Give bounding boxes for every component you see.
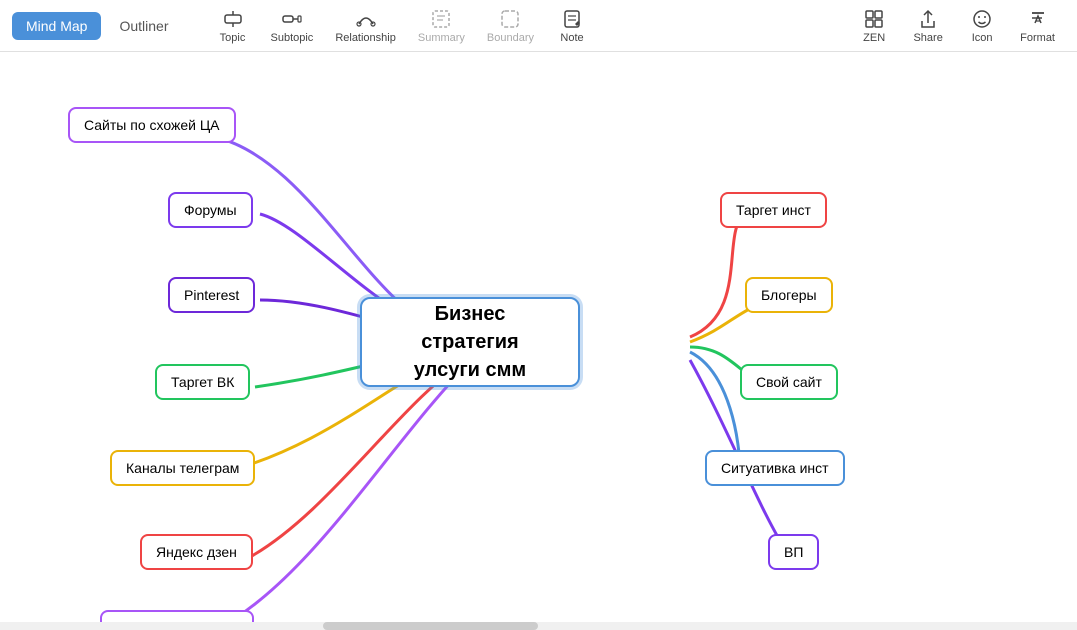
node-yandex-dzen[interactable]: Яндекс дзен	[140, 534, 253, 570]
scrollbar-track	[0, 622, 1077, 630]
tool-group-main: Topic Subtopic Relationship	[207, 4, 599, 48]
node-svoy-sayt[interactable]: Свой сайт	[740, 364, 838, 400]
node-target-inst[interactable]: Таргет инст	[720, 192, 827, 228]
share-icon	[917, 8, 939, 30]
node-svoy-sayt-text: Свой сайт	[756, 374, 822, 390]
boundary-button[interactable]: Boundary	[477, 4, 544, 48]
node-kanaly-text: Каналы телеграм	[126, 460, 239, 476]
topic-icon	[222, 8, 244, 30]
tab-outliner[interactable]: Outliner	[105, 12, 182, 40]
node-targetvk[interactable]: Таргет ВК	[155, 364, 250, 400]
node-targetvk-text: Таргет ВК	[171, 374, 234, 390]
subtopic-label: Subtopic	[271, 32, 314, 44]
tab-mindmap[interactable]: Mind Map	[12, 12, 101, 40]
scrollbar-thumb[interactable]	[323, 622, 538, 630]
node-yandex-dzen-text: Яндекс дзен	[156, 544, 237, 560]
node-saity[interactable]: Сайты по схожей ЦА	[68, 107, 236, 143]
summary-button[interactable]: Summary	[408, 4, 475, 48]
node-forums-text: Форумы	[184, 202, 237, 218]
mindmap-canvas[interactable]: Бизнес стратегияулсуги смм Сайты по схож…	[0, 52, 1077, 630]
node-kanaly[interactable]: Каналы телеграм	[110, 450, 255, 486]
right-tools: ZEN Share Icon	[848, 4, 1065, 48]
share-label: Share	[913, 32, 942, 44]
icon-label: Icon	[972, 32, 993, 44]
zen-icon	[863, 8, 885, 30]
center-node-text: Бизнес стратегияулсуги смм	[392, 300, 548, 384]
node-vp[interactable]: ВП	[768, 534, 819, 570]
topic-label: Topic	[220, 32, 246, 44]
tab-group: Mind Map Outliner	[12, 12, 183, 40]
zen-button[interactable]: ZEN	[848, 4, 900, 48]
format-label: Format	[1020, 32, 1055, 44]
toolbar: Mind Map Outliner Topic Subtopic	[0, 0, 1077, 52]
subtopic-icon	[281, 8, 303, 30]
node-vp-text: ВП	[784, 544, 803, 560]
note-icon	[561, 8, 583, 30]
center-node[interactable]: Бизнес стратегияулсуги смм	[360, 297, 580, 387]
node-blogers-text: Блогеры	[761, 287, 817, 303]
node-situativka-text: Ситуативка инст	[721, 460, 829, 476]
relationship-button[interactable]: Relationship	[325, 4, 406, 48]
node-saity-text: Сайты по схожей ЦА	[84, 117, 220, 133]
boundary-label: Boundary	[487, 32, 534, 44]
node-target-inst-text: Таргет инст	[736, 202, 811, 218]
relationship-icon	[355, 8, 377, 30]
subtopic-button[interactable]: Subtopic	[261, 4, 324, 48]
relationship-label: Relationship	[335, 32, 396, 44]
note-button[interactable]: Note	[546, 4, 598, 48]
node-pinterest-text: Pinterest	[184, 287, 239, 303]
summary-label: Summary	[418, 32, 465, 44]
format-icon	[1027, 8, 1049, 30]
emoji-icon	[971, 8, 993, 30]
topic-button[interactable]: Topic	[207, 4, 259, 48]
note-label: Note	[560, 32, 583, 44]
format-button[interactable]: Format	[1010, 4, 1065, 48]
icon-button[interactable]: Icon	[956, 4, 1008, 48]
node-forums[interactable]: Форумы	[168, 192, 253, 228]
boundary-icon	[499, 8, 521, 30]
share-button[interactable]: Share	[902, 4, 954, 48]
summary-icon	[430, 8, 452, 30]
node-blogers[interactable]: Блогеры	[745, 277, 833, 313]
node-pinterest[interactable]: Pinterest	[168, 277, 255, 313]
node-situativka[interactable]: Ситуативка инст	[705, 450, 845, 486]
zen-label: ZEN	[863, 32, 885, 44]
